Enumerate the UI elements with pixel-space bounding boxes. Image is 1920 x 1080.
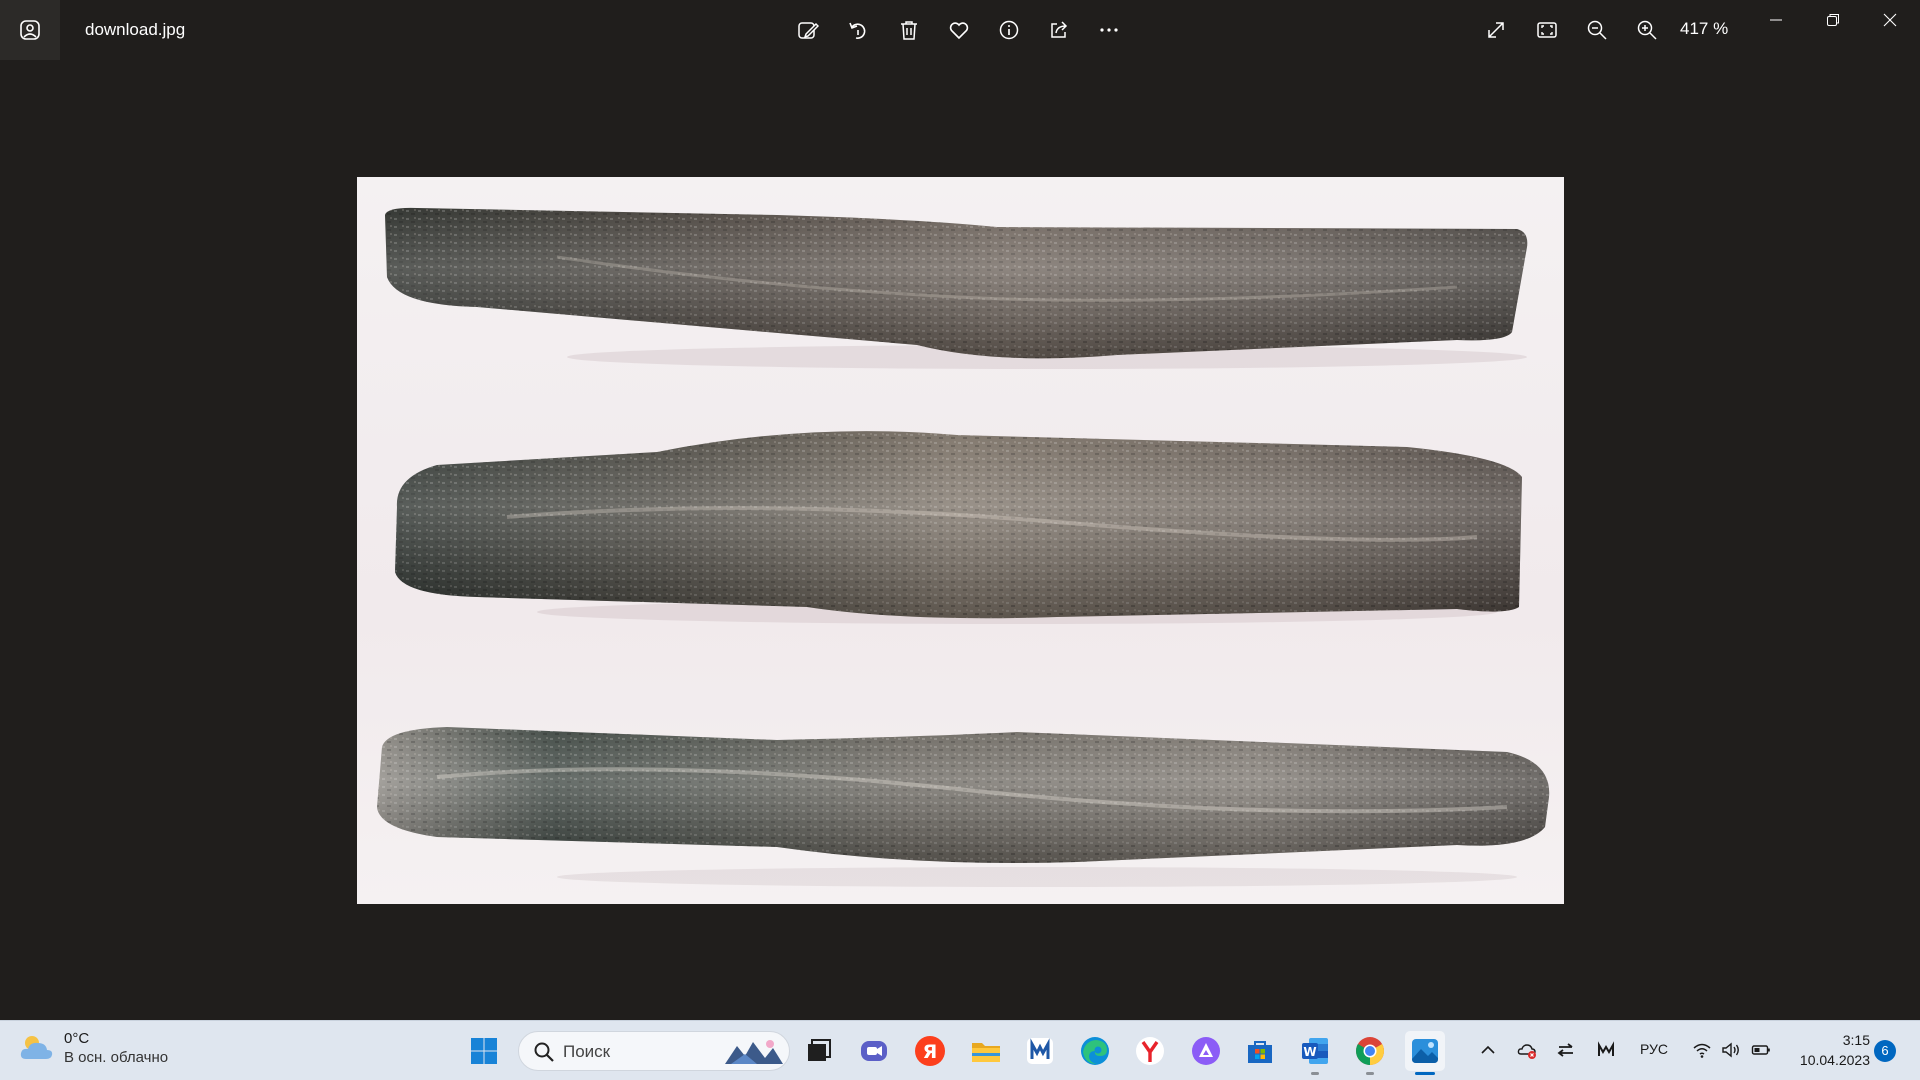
photos-icon [1412,1039,1438,1063]
wifi-icon [1693,1043,1711,1058]
weather-description: В осн. облачно [64,1049,169,1066]
word-button[interactable]: W [1295,1031,1335,1075]
yandex-browser-button[interactable] [1130,1031,1170,1071]
onedrive-tray-button[interactable] [1514,1035,1540,1065]
chrome-button[interactable] [1350,1031,1390,1075]
zoom-in-icon [1637,20,1657,40]
start-button[interactable] [464,1031,504,1071]
file-explorer-icon [972,1043,1000,1062]
speaker-icon [1722,1042,1739,1058]
cloud-error-icon [1517,1044,1536,1059]
info-button[interactable] [989,10,1029,50]
svg-text:W: W [1303,1045,1316,1059]
file-explorer-button[interactable] [966,1031,1006,1071]
taskbar: 0°C В осн. облачно Поиск Я W РУС 3:15 10… [0,1020,1920,1080]
close-button[interactable] [1862,0,1918,40]
teams-chat-icon [861,1041,887,1061]
clock[interactable]: 3:15 10.04.2023 [1790,1030,1870,1070]
photos-icon [20,20,40,40]
store-icon [1248,1041,1272,1063]
mail-m-icon [1598,1041,1614,1056]
restore-button[interactable] [1805,0,1861,40]
more-button[interactable] [1089,10,1129,50]
yandex-icon: Я [915,1036,945,1066]
search-box[interactable]: Поиск [518,1031,790,1071]
share-icon [1051,21,1068,38]
task-view-button[interactable] [798,1031,838,1071]
edit-image-icon [798,22,819,39]
search-icon [534,1042,554,1062]
network-button[interactable] [1689,1035,1715,1065]
transfer-arrows-icon [1557,1043,1573,1057]
alice-icon [1192,1037,1220,1065]
close-icon [1883,13,1897,27]
chrome-icon [1356,1037,1384,1065]
input-language-indicator[interactable]: РУС [1640,1041,1668,1057]
metal-bars-photo [377,207,1550,887]
fullscreen-icon [1488,22,1504,38]
zoom-in-button[interactable] [1627,10,1667,50]
share-button[interactable] [1039,10,1079,50]
info-icon [999,20,1019,40]
windows-start-icon [471,1038,497,1064]
running-indicator [1366,1072,1374,1075]
delete-button[interactable] [889,10,929,50]
task-view-icon [808,1039,831,1061]
yandex-button[interactable]: Я [910,1031,950,1071]
active-indicator [1415,1072,1435,1075]
photos-app-icon[interactable] [0,0,60,60]
heart-icon [949,22,969,40]
alice-button[interactable] [1186,1031,1226,1071]
fit-to-window-icon [1537,22,1557,38]
search-highlight-icon [725,1040,783,1064]
battery-icon [1751,1045,1770,1055]
yandex-browser-icon [1136,1037,1164,1065]
running-indicator [1311,1072,1319,1075]
zoom-out-icon [1587,20,1607,40]
favorite-button[interactable] [939,10,979,50]
rotate-icon [849,22,866,39]
search-placeholder: Поиск [563,1042,611,1061]
battery-button[interactable] [1748,1035,1774,1065]
photos-taskbar-button[interactable] [1405,1031,1445,1075]
mail-m-button[interactable] [1020,1031,1060,1071]
volume-button[interactable] [1718,1035,1744,1065]
mail-m-icon [1027,1038,1053,1064]
trash-icon [901,21,917,40]
weather-temperature: 0°C [64,1030,90,1047]
show-hidden-icons-button[interactable] [1475,1035,1501,1065]
word-icon: W [1302,1038,1328,1064]
fullscreen-button[interactable] [1476,10,1516,50]
minimize-button[interactable] [1748,0,1804,40]
mail-tray-button[interactable] [1593,1035,1619,1065]
edge-button[interactable] [1075,1031,1115,1071]
more-icon [1100,28,1118,32]
photo-viewer-image[interactable] [357,177,1564,904]
store-button[interactable] [1240,1031,1280,1071]
zoom-out-button[interactable] [1577,10,1617,50]
title-bar: download.jpg 417 % [0,0,1920,60]
partly-cloudy-icon [20,1036,53,1059]
edge-icon [1081,1037,1109,1065]
zoom-level-indicator[interactable]: 417 % [1680,19,1728,39]
restore-icon [1827,14,1839,26]
minimize-icon [1770,19,1782,21]
edit-button[interactable] [788,10,828,50]
clock-time: 3:15 [1842,1032,1870,1048]
clock-date: 10.04.2023 [1799,1052,1870,1068]
connection-tray-button[interactable] [1553,1035,1579,1065]
chevron-up-icon [1481,1045,1495,1054]
teams-chat-button[interactable] [854,1031,894,1071]
weather-widget[interactable]: 0°C В осн. облачно [18,1029,168,1067]
rotate-button[interactable] [838,10,878,50]
svg-text:Я: Я [923,1041,938,1063]
fit-to-window-button[interactable] [1527,10,1567,50]
notification-badge[interactable]: 6 [1874,1040,1896,1062]
file-name: download.jpg [85,20,186,39]
